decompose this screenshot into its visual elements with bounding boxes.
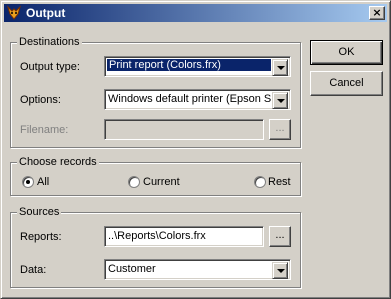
options-combo[interactable]: Windows default printer (Epson Sty (104, 89, 291, 110)
cancel-button[interactable]: Cancel (310, 71, 383, 96)
data-value: Customer (108, 263, 156, 275)
options-label: Options: (20, 94, 61, 106)
chevron-down-icon[interactable] (272, 262, 288, 279)
app-fox-icon (6, 5, 22, 20)
radio-current[interactable] (128, 176, 140, 188)
output-type-label: Output type: (20, 61, 80, 73)
reports-browse-label: ... (275, 229, 285, 241)
close-icon: × (372, 6, 382, 19)
reports-browse-button[interactable]: ... (269, 226, 291, 247)
cancel-button-label: Cancel (329, 77, 364, 89)
output-dialog: Output × Destinations Output type: Print… (0, 0, 391, 299)
data-label: Data: (20, 264, 47, 276)
chevron-down-icon[interactable] (272, 59, 288, 76)
radio-rest[interactable] (254, 176, 266, 188)
filename-browse-button[interactable]: ... (269, 119, 291, 140)
options-value: Windows default printer (Epson Sty (108, 93, 271, 105)
filename-field[interactable] (104, 119, 264, 140)
sources-legend: Sources (17, 206, 62, 218)
ok-button[interactable]: OK (310, 40, 383, 65)
reports-field[interactable]: ..\Reports\Colors.frx (104, 226, 264, 247)
choose-records-legend: Choose records (17, 156, 99, 168)
radio-all-label[interactable]: All (37, 176, 49, 188)
data-combo[interactable]: Customer (104, 259, 291, 280)
radio-all[interactable] (22, 176, 34, 188)
destinations-legend: Destinations (17, 36, 82, 48)
output-type-value: Print report (Colors.frx) (106, 58, 272, 72)
radio-current-label[interactable]: Current (143, 176, 180, 188)
ok-button-label: OK (338, 46, 355, 58)
close-button[interactable]: × (369, 6, 385, 20)
filename-label: Filename: (20, 124, 69, 136)
output-type-combo[interactable]: Print report (Colors.frx) (104, 56, 291, 77)
reports-label: Reports: (20, 231, 62, 243)
title-bar[interactable]: Output × (4, 4, 387, 22)
reports-value: ..\Reports\Colors.frx (108, 230, 206, 242)
chevron-down-icon[interactable] (272, 92, 288, 109)
filename-browse-label: ... (275, 122, 285, 134)
window-title: Output (26, 6, 66, 20)
radio-rest-label[interactable]: Rest (268, 176, 291, 188)
